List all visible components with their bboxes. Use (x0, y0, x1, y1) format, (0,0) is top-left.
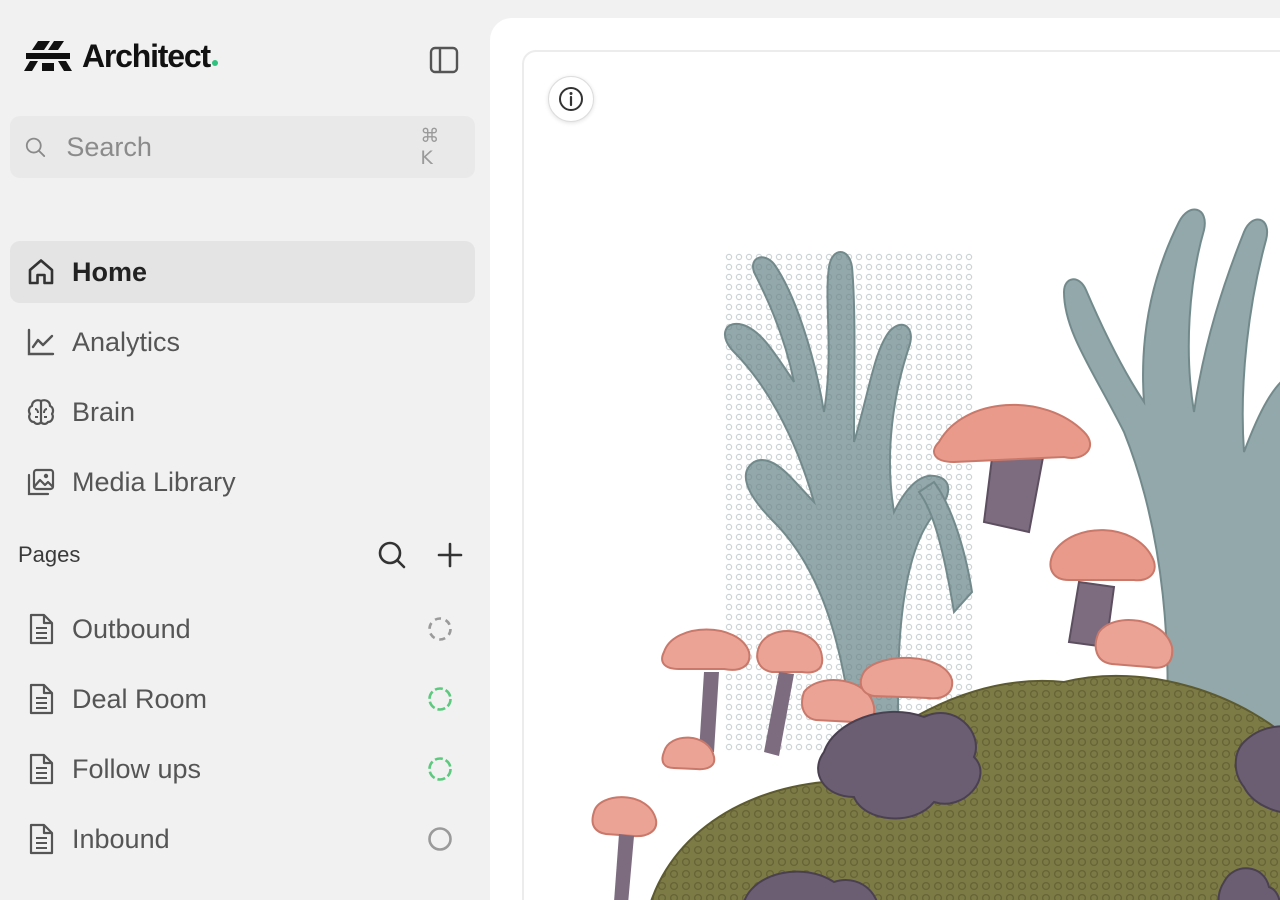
status-dashed-gray-icon (428, 617, 452, 641)
page-item-inbound[interactable]: Inbound (10, 808, 475, 870)
page-label-inbound: Inbound (72, 823, 170, 854)
chart-line-icon (24, 325, 58, 359)
page-label-outbound: Outbound (72, 613, 191, 644)
pages-list: Outbound Deal Room Follow ups Inbound (10, 598, 475, 878)
document-icon (24, 612, 58, 646)
info-icon (559, 87, 583, 111)
page-item-follow-ups[interactable]: Follow ups (10, 738, 475, 800)
nav-item-analytics[interactable]: Analytics (10, 311, 475, 373)
coral-illustration (591, 208, 1280, 900)
page-item-deal-room[interactable]: Deal Room (10, 668, 475, 730)
nav-label-home: Home (72, 256, 148, 287)
search-bar[interactable]: ⌘ K (10, 116, 475, 178)
add-page-button[interactable] (430, 535, 470, 575)
search-shortcut: ⌘ K (420, 125, 446, 169)
search-input[interactable] (66, 127, 421, 167)
brand-dot (211, 60, 218, 66)
nav-label-analytics: Analytics (72, 326, 181, 357)
search-pages-button[interactable] (372, 535, 412, 575)
media-library-icon (24, 465, 58, 499)
app-logo[interactable]: Architect (24, 36, 218, 76)
collapse-sidebar-button[interactable] (426, 42, 462, 78)
page-label-follow-ups: Follow ups (72, 753, 202, 784)
document-icon (24, 682, 58, 716)
architect-logo-icon (24, 41, 72, 71)
document-icon (24, 822, 58, 856)
nav-item-brain[interactable]: Brain (10, 381, 475, 443)
search-icon (25, 137, 46, 157)
pages-section-header: Pages (18, 533, 470, 577)
sidebar: Architect ⌘ K Home (0, 0, 490, 900)
page-label-deal-room: Deal Room (72, 683, 208, 714)
search-icon (378, 541, 406, 569)
nav-item-home[interactable]: Home (10, 241, 475, 303)
pages-title: Pages (18, 542, 81, 567)
media-card (522, 50, 1280, 900)
main-nav: Home Analytics Brain Media Library (10, 241, 475, 521)
brain-icon (24, 395, 58, 429)
status-circle-gray-icon (428, 827, 452, 851)
home-icon (24, 255, 58, 289)
status-dashed-green-icon (428, 687, 452, 711)
app-name: Architect (82, 37, 211, 74)
document-icon (24, 752, 58, 786)
sidebar-toggle-icon (429, 46, 459, 74)
nav-item-media-library[interactable]: Media Library (10, 451, 475, 513)
nav-label-media-library: Media Library (72, 466, 236, 497)
main-content (490, 18, 1280, 900)
status-dashed-green-icon (428, 757, 452, 781)
nav-label-brain: Brain (72, 396, 136, 427)
plus-icon (437, 542, 463, 568)
page-item-outbound[interactable]: Outbound (10, 598, 475, 660)
info-button[interactable] (548, 76, 594, 122)
